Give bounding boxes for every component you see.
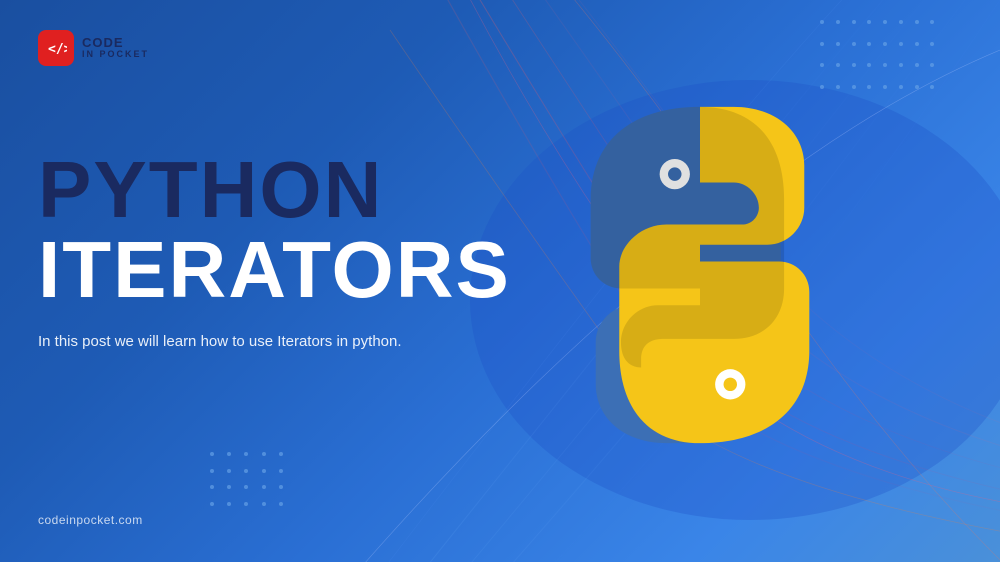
dot (227, 485, 231, 489)
dot (262, 469, 266, 473)
code-icon: </> (45, 37, 67, 59)
dot (227, 502, 231, 506)
dot (930, 85, 934, 89)
python-title: PYTHON (38, 150, 511, 230)
dot (227, 452, 231, 456)
dot (930, 63, 934, 67)
dot (227, 469, 231, 473)
dot (210, 502, 214, 506)
dot (852, 42, 856, 46)
dot (899, 42, 903, 46)
dot (279, 452, 283, 456)
dot (279, 502, 283, 506)
dot (915, 42, 919, 46)
dot (915, 20, 919, 24)
dot (852, 63, 856, 67)
logo-icon: </> (38, 30, 74, 66)
logo-area: </> CODE IN POCKET (38, 30, 149, 66)
dot (820, 20, 824, 24)
dot (836, 42, 840, 46)
dot (930, 20, 934, 24)
dot (262, 452, 266, 456)
dot (244, 485, 248, 489)
dot (279, 469, 283, 473)
dot (852, 20, 856, 24)
logo-in-pocket-label: IN POCKET (82, 50, 149, 60)
dot (883, 42, 887, 46)
dot (867, 63, 871, 67)
dot (244, 469, 248, 473)
subtitle-text: In this post we will learn how to use It… (38, 330, 418, 354)
python-snake-svg (530, 90, 870, 460)
dot (210, 452, 214, 456)
dots-bottom-left (210, 452, 290, 512)
dot (836, 85, 840, 89)
dot (915, 63, 919, 67)
dots-top-right: // Will be rendered via JS below (820, 20, 940, 100)
dot (867, 20, 871, 24)
dot (867, 42, 871, 46)
logo-code-label: CODE (82, 36, 149, 50)
dot (883, 20, 887, 24)
dot (836, 20, 840, 24)
dot (244, 502, 248, 506)
dot (915, 85, 919, 89)
iterators-title: ITERATORS (38, 230, 511, 310)
website-url: codeinpocket.com (38, 513, 143, 527)
dot (883, 85, 887, 89)
dot (883, 63, 887, 67)
dot (852, 85, 856, 89)
dot (262, 485, 266, 489)
python-logo (530, 90, 870, 460)
dot (867, 85, 871, 89)
dot (899, 63, 903, 67)
svg-text:</>: </> (48, 42, 67, 57)
logo-text: CODE IN POCKET (82, 36, 149, 60)
title-area: PYTHON ITERATORS In this post we will le… (38, 150, 511, 354)
dot (210, 485, 214, 489)
dot (210, 469, 214, 473)
dot (820, 63, 824, 67)
dot (279, 485, 283, 489)
dot (820, 42, 824, 46)
page-background: // Will be rendered via JS below </> COD… (0, 0, 1000, 562)
dot (899, 20, 903, 24)
dot (820, 85, 824, 89)
dot (836, 63, 840, 67)
dot (262, 502, 266, 506)
dot (244, 452, 248, 456)
dot (899, 85, 903, 89)
dot (930, 42, 934, 46)
